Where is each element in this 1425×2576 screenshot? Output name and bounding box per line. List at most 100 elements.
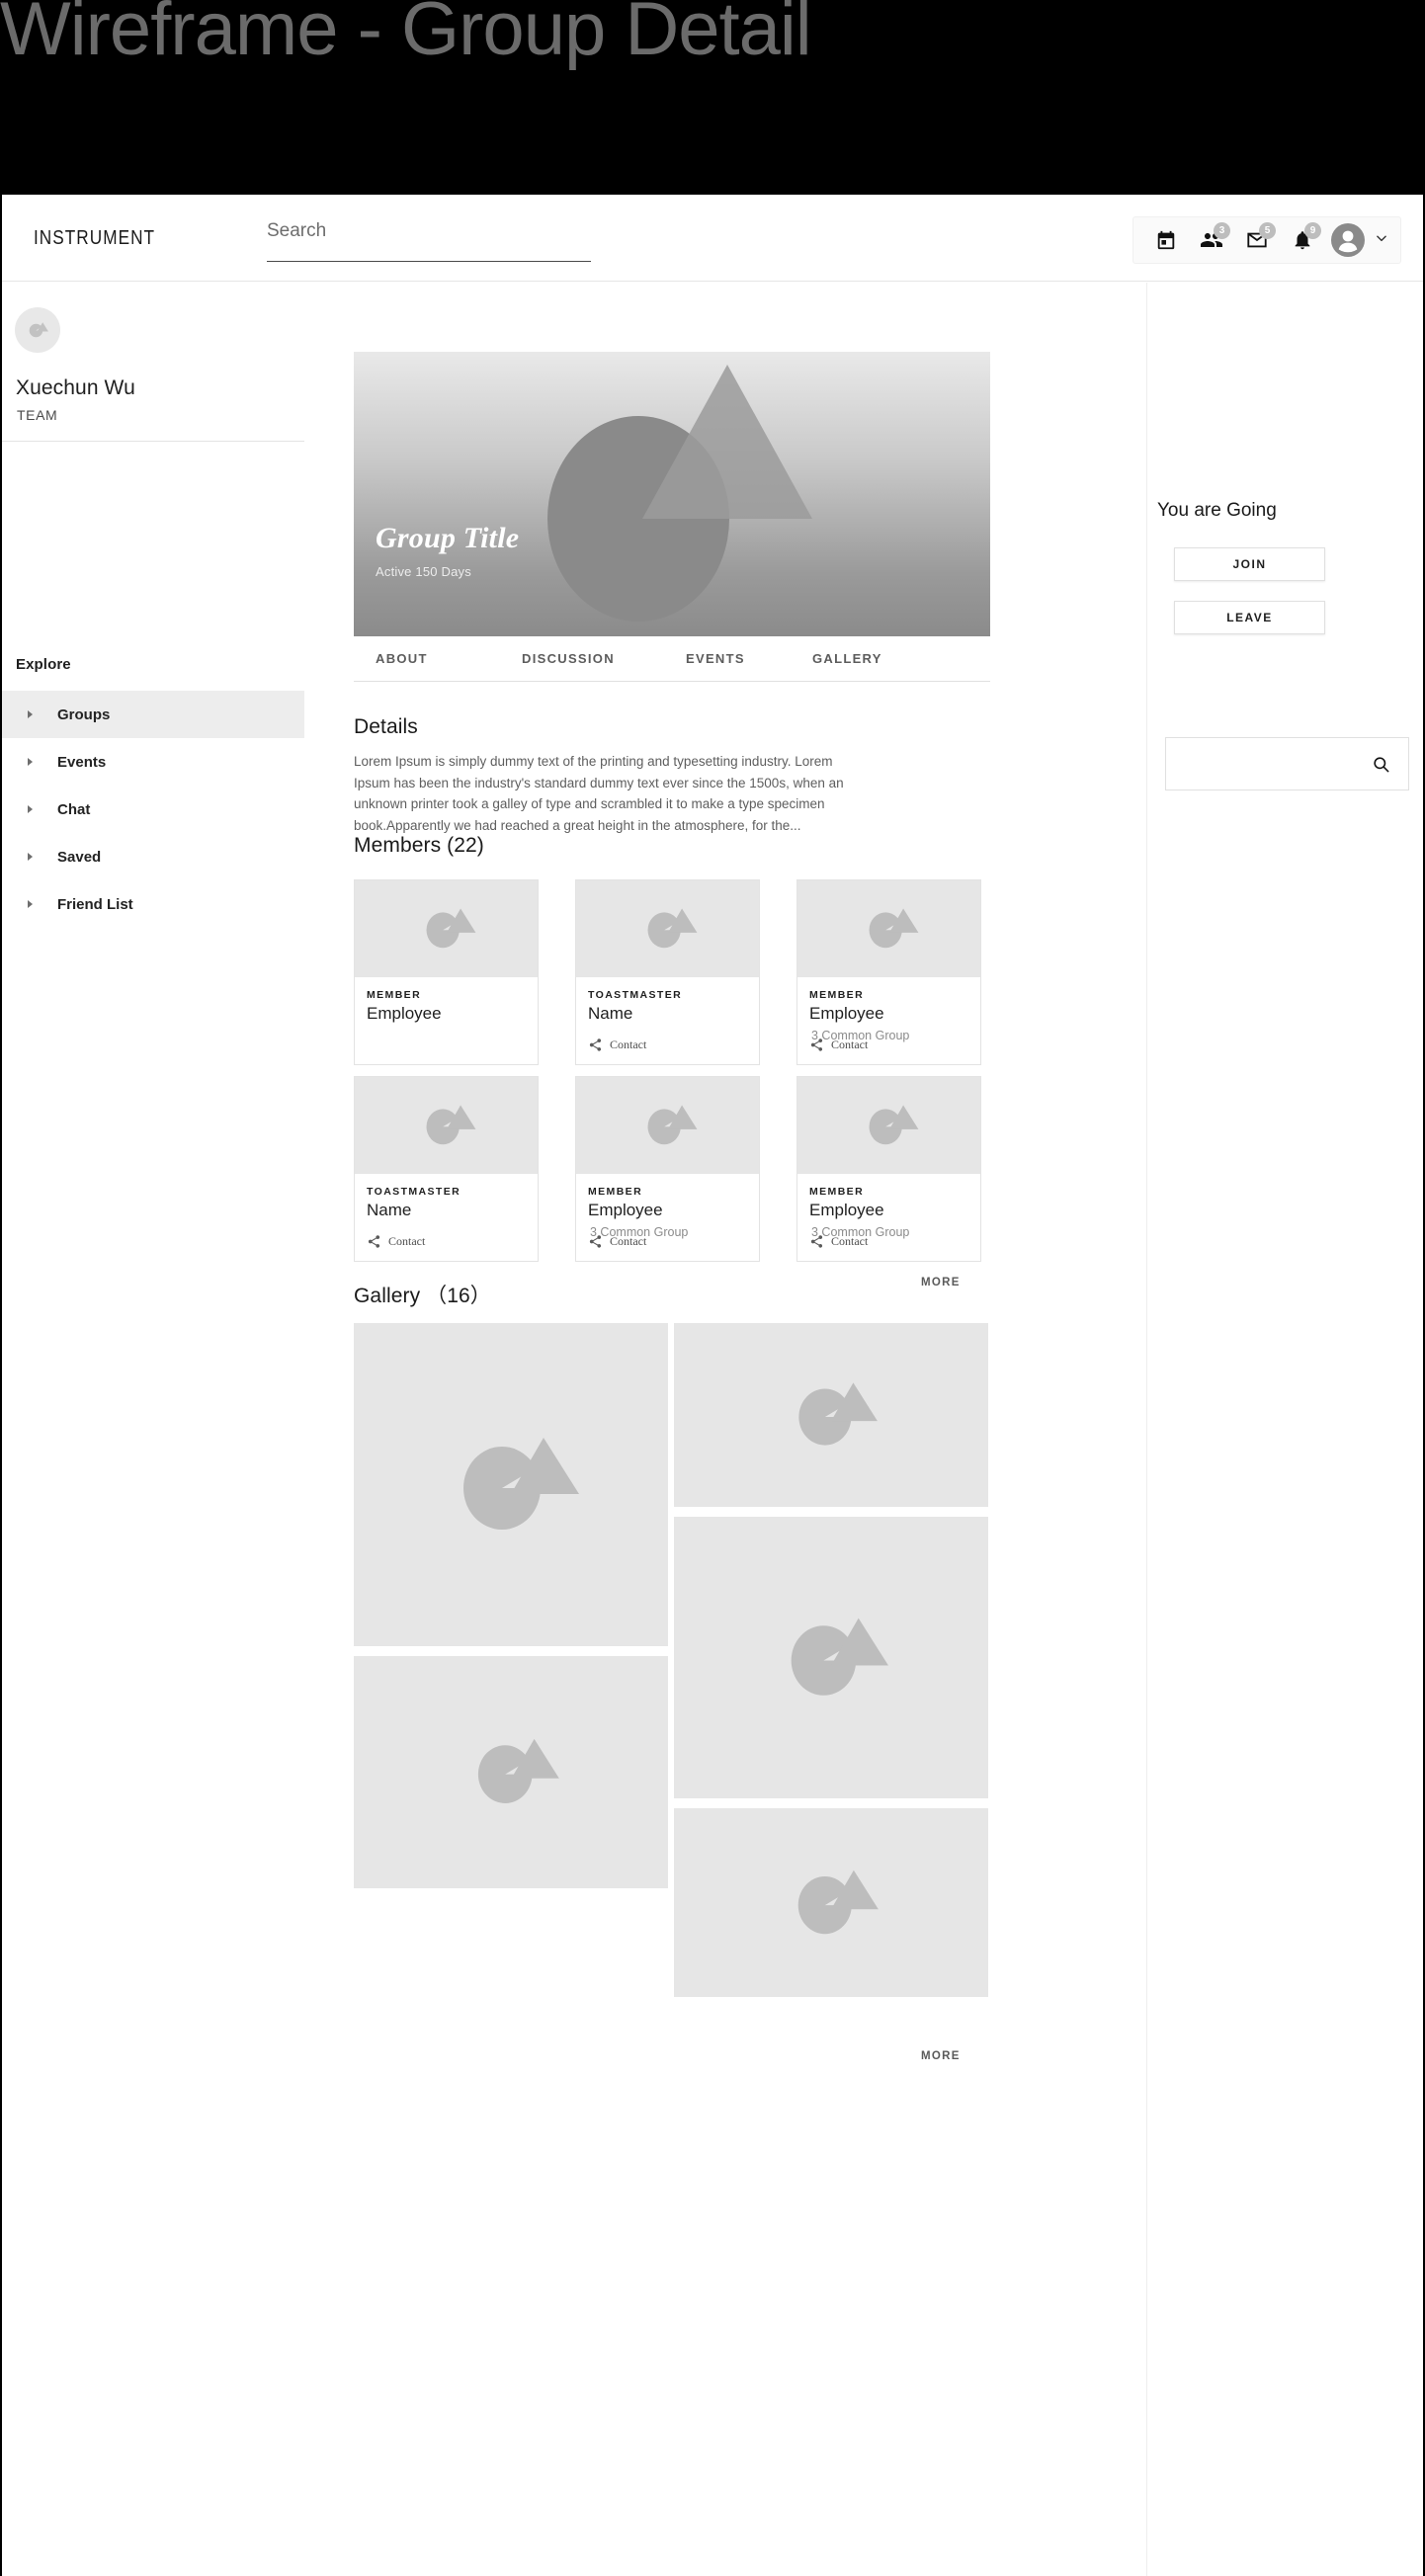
member-card[interactable]: TOASTMASTER Name Contact [354,1076,539,1262]
sidebar-item-friend-list[interactable]: Friend List [2,880,304,928]
details-heading: Details [354,715,418,738]
chevron-right-icon [28,758,33,766]
member-name: Name [588,1004,633,1023]
group-title: Group Title [376,522,520,554]
group-tabs: ABOUT DISCUSSION EVENTS GALLERY [354,636,990,682]
tab-discussion[interactable]: DISCUSSION [522,651,615,666]
sidebar-user-name: Xuechun Wu [16,376,135,399]
member-name: Employee [367,1004,442,1023]
member-card[interactable]: MEMBER Employee 3 Common Group Contact [575,1076,760,1262]
wireframe-title: Wireframe - Group Detail [0,0,812,71]
member-card[interactable]: MEMBER Employee 3 Common Group Contact [796,1076,981,1262]
members-grid-row-1: MEMBER Employee TOASTMASTER Name Contact [354,879,981,1065]
brand-mark-icon [29,322,48,338]
contact-label: Contact [831,1038,869,1051]
member-card[interactable]: MEMBER Employee 3 Common Group Contact [796,879,981,1065]
group-activity: Active 150 Days [376,564,471,579]
member-role: TOASTMASTER [367,1186,461,1198]
gallery-tile[interactable] [674,1808,988,1997]
brand-mark-icon [869,1105,918,1145]
people-badge: 3 [1214,222,1230,239]
contact-button[interactable]: Contact [367,1234,425,1249]
contact-button[interactable]: Contact [809,1038,868,1052]
sidebar-item-saved[interactable]: Saved [2,833,304,880]
contact-button[interactable]: Contact [809,1234,868,1249]
top-navbar: INSTRUMENT 3 5 [2,195,1423,282]
brand-mark-icon [647,1105,697,1145]
contact-label: Contact [610,1234,647,1248]
member-thumbnail [355,880,538,977]
sidebar-item-chat[interactable]: Chat [2,786,304,833]
chevron-right-icon [28,805,33,813]
chevron-down-icon[interactable] [1375,231,1388,250]
bell-icon[interactable]: 9 [1280,217,1325,263]
search-input[interactable] [267,220,591,250]
member-thumbnail [797,1077,980,1174]
member-thumbnail [797,880,980,977]
tab-gallery[interactable]: GALLERY [812,651,882,666]
share-icon [368,1235,380,1248]
details-body: Lorem Ipsum is simply dummy text of the … [354,754,844,833]
tab-events[interactable]: EVENTS [686,651,745,666]
brand-mark-icon [477,1738,559,1803]
contact-label: Contact [610,1038,647,1051]
sidebar-item-label: Chat [57,800,91,818]
sidebar-section-label: Explore [16,656,71,673]
calendar-icon[interactable] [1143,217,1189,263]
sidebar-user-role: TEAM [17,407,58,423]
rail-search-box[interactable] [1165,737,1409,790]
member-thumbnail [576,1077,759,1174]
search-icon [1374,756,1389,772]
join-button[interactable]: JOIN [1174,547,1325,581]
member-name: Employee [809,1201,884,1219]
brand-mark-icon [426,1105,475,1145]
sidebar-item-label: Groups [57,706,111,723]
chevron-right-icon [28,710,33,718]
group-hero-image: Group Title Active 150 Days [354,352,990,636]
hero-brand-mark-icon [547,365,812,622]
member-name: Employee [588,1201,663,1219]
share-icon [589,1039,602,1051]
gallery-more-link[interactable]: MORE [921,2050,961,2062]
gallery-tile[interactable] [674,1323,988,1507]
share-icon [810,1039,823,1051]
rail-divider [1146,283,1147,2576]
members-more-link[interactable]: MORE [921,1277,961,1288]
sidebar-item-label: Events [57,753,107,771]
member-name: Employee [809,1004,884,1023]
wireframe-banner: Wireframe - Group Detail [0,0,1425,195]
chevron-right-icon [28,853,33,861]
brand-mark-icon [647,908,697,949]
contact-label: Contact [388,1234,426,1248]
contact-button[interactable]: Contact [588,1234,646,1249]
member-role: MEMBER [588,1186,643,1198]
bell-badge: 9 [1304,222,1321,239]
brand-mark-icon [869,908,918,949]
gallery-tile[interactable] [354,1323,668,1646]
sidebar-divider [2,441,304,442]
share-icon [589,1235,602,1248]
sidebar-user-avatar[interactable] [15,307,60,353]
leave-button[interactable]: LEAVE [1174,601,1325,634]
brand-mark-icon [798,1382,878,1446]
mail-badge: 5 [1259,222,1276,239]
people-icon[interactable]: 3 [1189,217,1234,263]
gallery-tile[interactable] [674,1517,988,1798]
contact-button[interactable]: Contact [588,1038,646,1052]
mail-icon[interactable]: 5 [1234,217,1280,263]
avatar[interactable] [1331,223,1365,257]
gallery-tile[interactable] [354,1656,668,1888]
sidebar-nav-list: Groups Events Chat Saved Friend List [2,691,304,928]
sidebar-item-events[interactable]: Events [2,738,304,786]
global-search[interactable] [267,220,591,262]
member-card[interactable]: TOASTMASTER Name Contact [575,879,760,1065]
app-window: INSTRUMENT 3 5 [2,195,1423,2576]
member-card[interactable]: MEMBER Employee [354,879,539,1065]
gallery-grid [354,1323,990,2005]
member-role: MEMBER [367,989,422,1001]
member-role: MEMBER [809,989,865,1001]
tab-about[interactable]: ABOUT [376,651,428,666]
members-grid-row-2: TOASTMASTER Name Contact MEMBER Employee… [354,1076,981,1262]
sidebar-item-label: Saved [57,848,102,866]
sidebar-item-groups[interactable]: Groups [2,691,304,738]
